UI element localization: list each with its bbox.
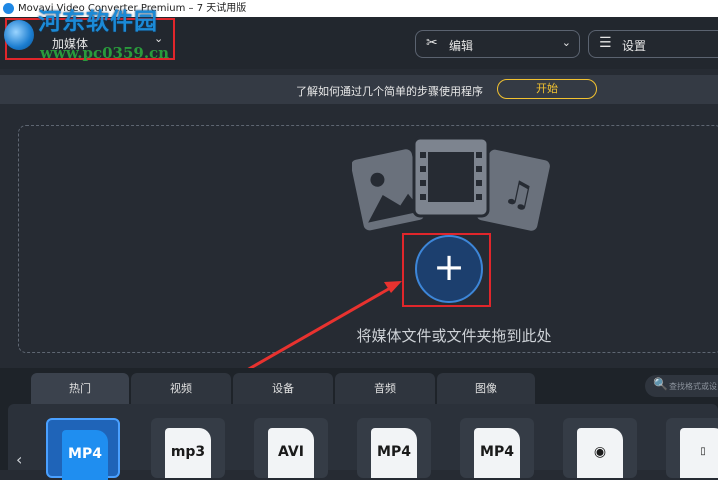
format-search[interactable]: 🔍 查找格式或设 [645, 375, 718, 397]
start-button[interactable]: 开始 [497, 79, 597, 99]
drop-hint-text: 将媒体文件或文件夹拖到此处 [356, 327, 552, 345]
format-mp4[interactable]: MP4 [46, 418, 120, 480]
mp3-icon: mp3 [165, 428, 211, 478]
tools-icon: ✂ [426, 35, 438, 51]
phone-icon: ▯ [680, 428, 718, 478]
avi-icon: AVI [268, 428, 314, 478]
format-mp4-video[interactable]: MP4 [357, 418, 431, 478]
quicktime-icon: ◉ [577, 428, 623, 478]
add-files-button[interactable]: + [415, 235, 483, 303]
mp4-video-icon: MP4 [474, 428, 520, 478]
edit-label: 编辑 [449, 39, 474, 53]
tab-devices[interactable]: 设备 [233, 373, 333, 404]
watermark-logo-icon [4, 20, 34, 50]
media-types-icon: ♫ [352, 136, 550, 231]
edit-dropdown[interactable]: ✂ 编辑 ⌄ [415, 30, 580, 58]
tab-images[interactable]: 图像 [437, 373, 535, 404]
tab-popular[interactable]: 热门 [31, 373, 129, 404]
tab-video[interactable]: 视频 [131, 373, 231, 404]
format-quicktime[interactable]: ◉ [563, 418, 637, 478]
settings-label: 设置 [622, 39, 647, 53]
chevron-down-icon: ⌄ [561, 36, 571, 49]
search-icon: 🔍 [653, 377, 668, 391]
settings-dropdown[interactable]: ☰ 设置 [588, 30, 718, 58]
watermark-url: www.pc0359.cn [40, 44, 170, 62]
format-mp3[interactable]: mp3 [151, 418, 225, 478]
chevron-left-icon[interactable]: ‹ [16, 450, 22, 469]
search-placeholder: 查找格式或设 [669, 382, 717, 391]
watermark-title: 河东软件园 [38, 8, 158, 35]
info-message: 了解如何通过几个简单的步骤使用程序 [296, 85, 483, 98]
format-mp4-video-2[interactable]: MP4 [460, 418, 534, 478]
tab-audio[interactable]: 音频 [335, 373, 435, 404]
mp4-icon: MP4 [62, 430, 108, 480]
sliders-icon: ☰ [599, 35, 612, 51]
format-phone[interactable]: ▯ [666, 418, 718, 478]
app-icon [3, 3, 14, 14]
format-avi[interactable]: AVI [254, 418, 328, 478]
info-bar: 了解如何通过几个简单的步骤使用程序 开始 [0, 75, 718, 104]
mp4-video-icon: MP4 [371, 428, 417, 478]
